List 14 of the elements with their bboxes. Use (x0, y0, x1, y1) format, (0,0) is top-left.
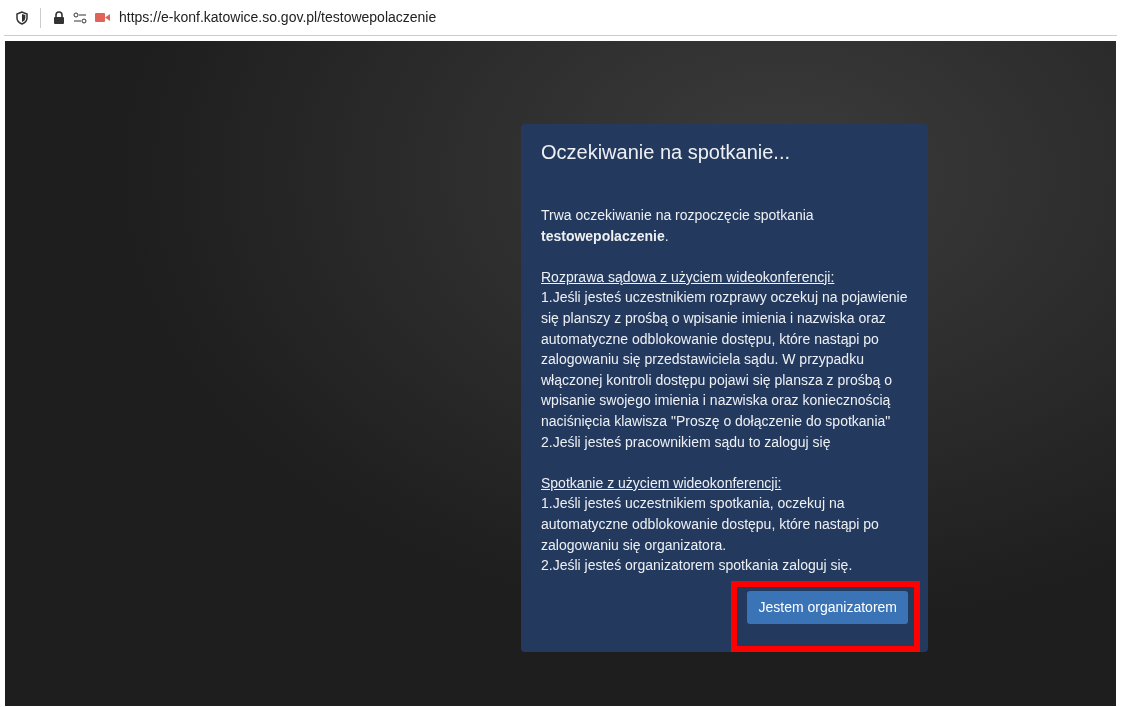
shield-icon[interactable] (16, 10, 28, 25)
instruction-text: 1.Jeśli jesteś uczestnikiem rozprawy oczekuj na pojawienie się planszy z prośbą o wpisanie imienia i nazwiska oraz automatyczne odblokowanie dostępu, które nastąpi po zalogowaniu się przedstawiciela sądu. W przypadku włączonej kontroli dostępu pojawi się plansza z prośbą o wpisanie swojego imienia i nazwiska oraz koniecznością naciśnięcia klawisza "Proszę o dołączenie do spotkania" (541, 288, 908, 431)
dialog-title: Oczekiwanie na spotkanie... (541, 140, 792, 164)
section-heading: Spotkanie z użyciem wideokonferencji: (541, 473, 783, 493)
instruction-text: 2.Jeśli jesteś organizatorem spotkania zaloguj się. (541, 556, 854, 576)
section-heading: Rozprawa sądowa z użyciem wideokonferencji: (541, 267, 836, 287)
instruction-text: 2.Jeśli jesteś pracownikiem sądu to zaloguj się (541, 432, 832, 452)
intro-text: Trwa oczekiwanie na rozpoczęcie spotkania testowepolaczenie. (541, 206, 815, 246)
organizer-button[interactable]: Jestem organizatorem (747, 591, 908, 624)
lock-icon[interactable] (53, 10, 65, 25)
sliders-icon[interactable] (73, 11, 87, 24)
instruction-text: 1.Jeśli jesteś uczestnikiem spotkania, oczekuj na automatyczne odblokowanie dostępu, które nastąpi po zalogowaniu się organizatora. (541, 494, 880, 555)
video-camera-icon[interactable] (95, 12, 111, 23)
url-text[interactable]: https://e-konf.katowice.so.gov.pl/testowepolaczenie (119, 7, 437, 28)
